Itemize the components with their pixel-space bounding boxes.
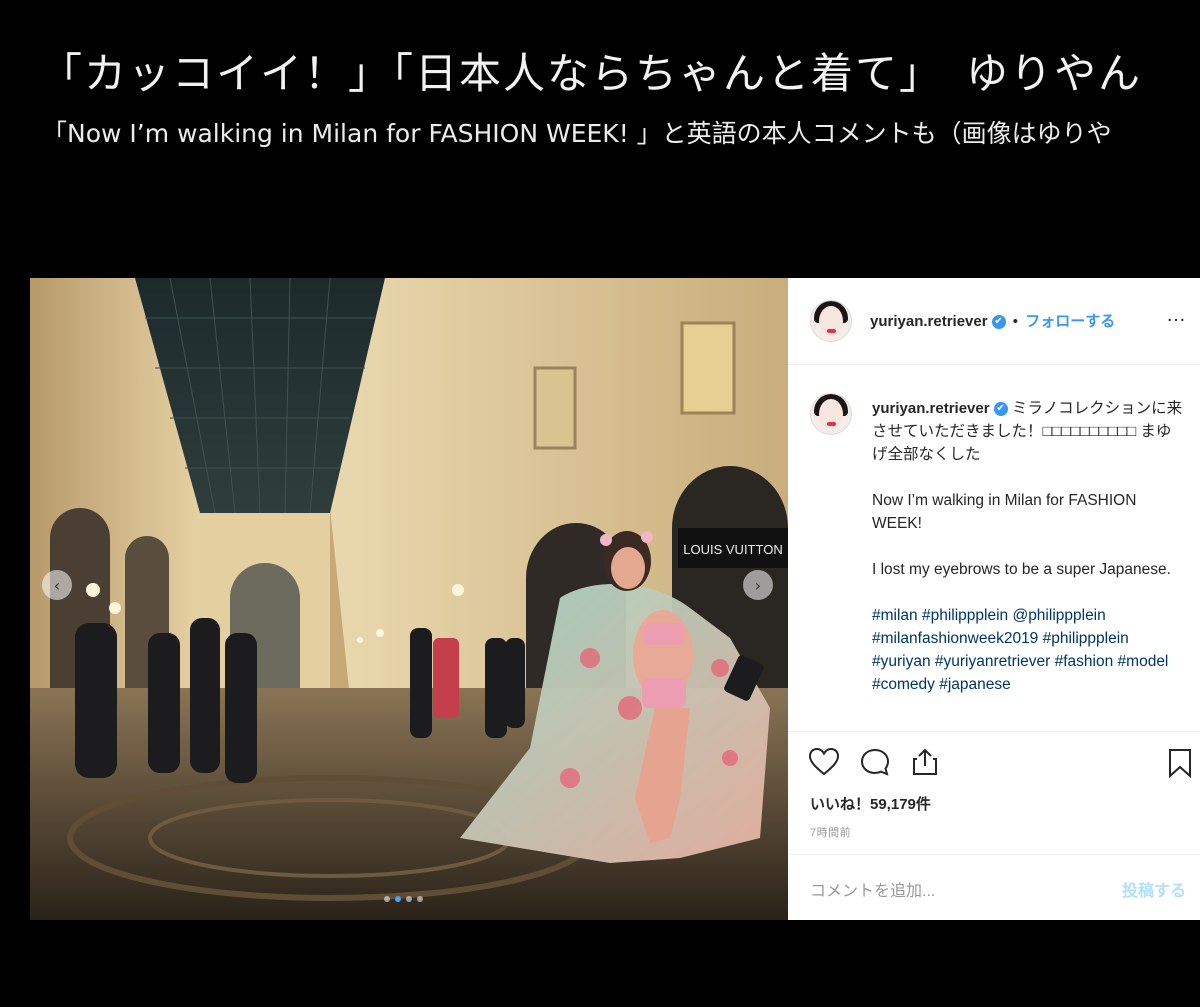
- caption-hashtags[interactable]: #milan #philippplein @philippplein #mila…: [872, 604, 1184, 696]
- add-comment-bar: コメントを追加... 投稿する: [788, 854, 1200, 921]
- post-header-line: yuriyan.retriever ✔ • フォローする: [870, 310, 1115, 331]
- caption-username-link[interactable]: yuriyan.retriever: [872, 400, 990, 417]
- avatar[interactable]: [810, 300, 852, 342]
- verified-badge-icon: ✔: [991, 315, 1006, 330]
- comment-bubble-icon[interactable]: [859, 747, 891, 777]
- galleria-scene-image: LOUIS VUITTON: [30, 278, 788, 920]
- caption-area[interactable]: yuriyan.retriever ✔ ミラノコレクションに来させていただきました…: [788, 365, 1200, 732]
- comment-input[interactable]: コメントを追加...: [810, 877, 935, 901]
- follow-button[interactable]: フォローする: [1025, 313, 1115, 330]
- louis-vuitton-sign: LOUIS VUITTON: [683, 542, 782, 557]
- carousel-dot-active[interactable]: [395, 896, 401, 902]
- carousel-dots: [384, 896, 423, 902]
- post-timestamp[interactable]: 7時間前: [810, 824, 851, 840]
- username-link[interactable]: yuriyan.retriever: [870, 313, 988, 330]
- more-options-icon[interactable]: …: [1166, 304, 1187, 327]
- post-header: yuriyan.retriever ✔ • フォローする …: [788, 278, 1200, 365]
- carousel-next-button[interactable]: ›: [743, 570, 773, 600]
- post-comment-button[interactable]: 投稿する: [1122, 877, 1186, 901]
- post-caption: yuriyan.retriever ✔ ミラノコレクションに来させていただきました…: [872, 397, 1184, 719]
- caption-avatar[interactable]: [810, 393, 852, 435]
- likes-count[interactable]: いいね！59,179件: [810, 793, 931, 814]
- article-headline: 「カッコイイ！」「日本人ならちゃんと着て」 ゆりやん: [40, 49, 1143, 98]
- post-photo[interactable]: LOUIS VUITTON ‹ ›: [30, 278, 788, 920]
- instagram-embed: LOUIS VUITTON ‹ › yuriyan.retriever ✔ • …: [30, 278, 1200, 920]
- header-separator: •: [1012, 313, 1019, 330]
- carousel-dot[interactable]: [384, 896, 390, 902]
- caption-english-line-2: I lost my eyebrows to be a super Japanes…: [872, 561, 1171, 578]
- post-side-panel: yuriyan.retriever ✔ • フォローする … yuriyan.re…: [788, 278, 1200, 920]
- like-heart-icon[interactable]: [808, 747, 840, 777]
- post-actions: いいね！59,179件 7時間前: [788, 731, 1200, 861]
- caption-english-line-1: Now I’m walking in Milan for FASHION WEE…: [872, 492, 1137, 532]
- carousel-dot[interactable]: [406, 896, 412, 902]
- share-icon[interactable]: [909, 747, 941, 777]
- article-subheadline: 「Now I’m walking in Milan for FASHION WE…: [42, 119, 1112, 148]
- carousel-prev-button[interactable]: ‹: [42, 570, 72, 600]
- bookmark-icon[interactable]: [1166, 747, 1194, 779]
- verified-badge-icon: ✔: [993, 401, 1008, 416]
- carousel-dot[interactable]: [417, 896, 423, 902]
